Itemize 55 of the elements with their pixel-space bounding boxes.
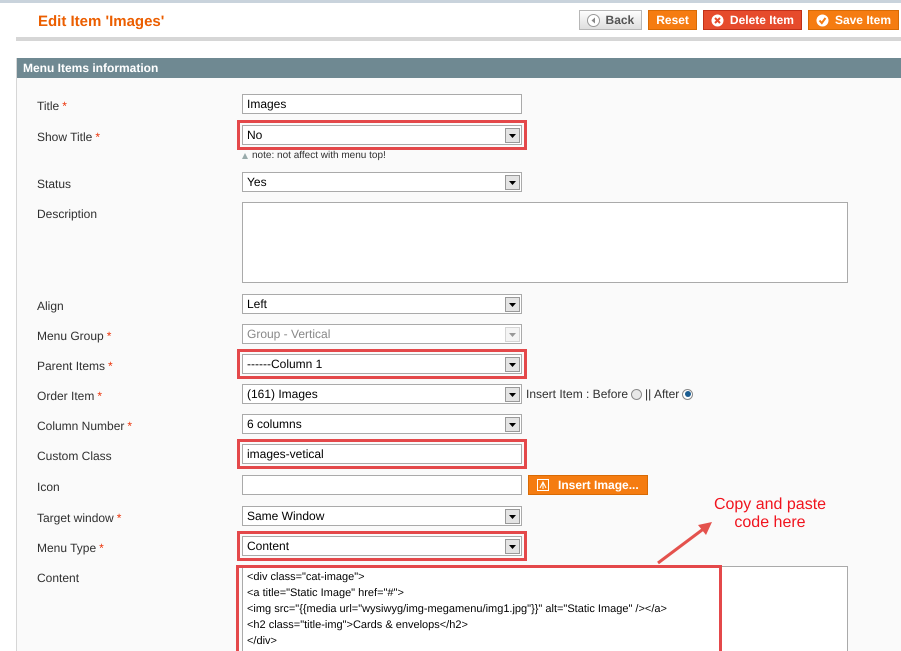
image-icon (537, 479, 549, 491)
required-mark: * (108, 358, 113, 375)
required-mark: * (106, 328, 112, 345)
select-field[interactable]: ------Column 1 (242, 354, 522, 374)
code-line: <h2 class="title-img">Cards & envelops</h2> (247, 618, 469, 633)
required-mark: * (116, 510, 122, 527)
triangle-icon (242, 152, 248, 158)
code-line: <img src="{{media url="wysiwyg/img-megamenu/img1.jpg"}}" alt="Static Image" /></a> (247, 602, 668, 617)
text-field[interactable]: Images (242, 94, 522, 114)
required-mark: * (99, 540, 104, 557)
text-field[interactable]: images-vetical (242, 444, 522, 464)
field-label: Icon (37, 479, 61, 496)
field-label: Menu Group (37, 328, 104, 345)
insert-label: Insert Item : Before (526, 386, 628, 403)
select-field[interactable]: 6 columns (242, 414, 522, 434)
radio-button[interactable] (682, 388, 694, 400)
field-label: Parent Items (37, 358, 106, 375)
required-mark: * (62, 98, 67, 115)
select-field[interactable]: No (242, 125, 522, 145)
select-field[interactable]: Content (242, 536, 522, 556)
field-label: Custom Class (37, 448, 113, 465)
radio-label: || After (645, 386, 680, 403)
field-note: note: not affect with menu top! (252, 149, 386, 163)
page-title: Edit Item 'Images' (38, 12, 164, 32)
radio-button[interactable] (631, 388, 642, 400)
annotation-text: Copy and paste code here (712, 496, 828, 532)
field-label: Column Number (37, 418, 124, 435)
select-field[interactable]: (161) Images (242, 384, 522, 404)
select-field[interactable]: Left (242, 294, 522, 314)
field-label: Menu Type (37, 540, 96, 557)
back-icon (586, 14, 600, 26)
section-header: Menu Items information (17, 58, 901, 78)
text-field[interactable] (242, 475, 522, 495)
text-area[interactable] (242, 202, 848, 283)
code-line: <a title="Static Image" href="#"> (247, 586, 405, 601)
field-label: Show Title (37, 129, 92, 146)
code-line: </div> (247, 634, 278, 649)
field-label: Order Item (37, 388, 94, 405)
code-line: <div class="cat-image"> (247, 570, 366, 585)
delete-button[interactable]: Delete Item (702, 10, 802, 30)
field-label: Align (37, 298, 65, 315)
required-mark: * (95, 129, 100, 146)
required-mark: * (97, 388, 102, 405)
field-label: Status (37, 176, 72, 193)
field-label: Title (37, 98, 60, 115)
field-label: Description (37, 206, 98, 223)
select-field[interactable]: Yes (242, 172, 522, 192)
check-icon (816, 14, 829, 26)
field-label: Content (37, 570, 80, 587)
field-label: Target window (37, 510, 114, 527)
required-mark: * (127, 418, 132, 435)
close-icon (710, 14, 724, 26)
select-field: Group - Vertical (242, 324, 522, 344)
back-button[interactable]: Back (578, 10, 642, 30)
select-field[interactable]: Same Window (242, 506, 522, 526)
